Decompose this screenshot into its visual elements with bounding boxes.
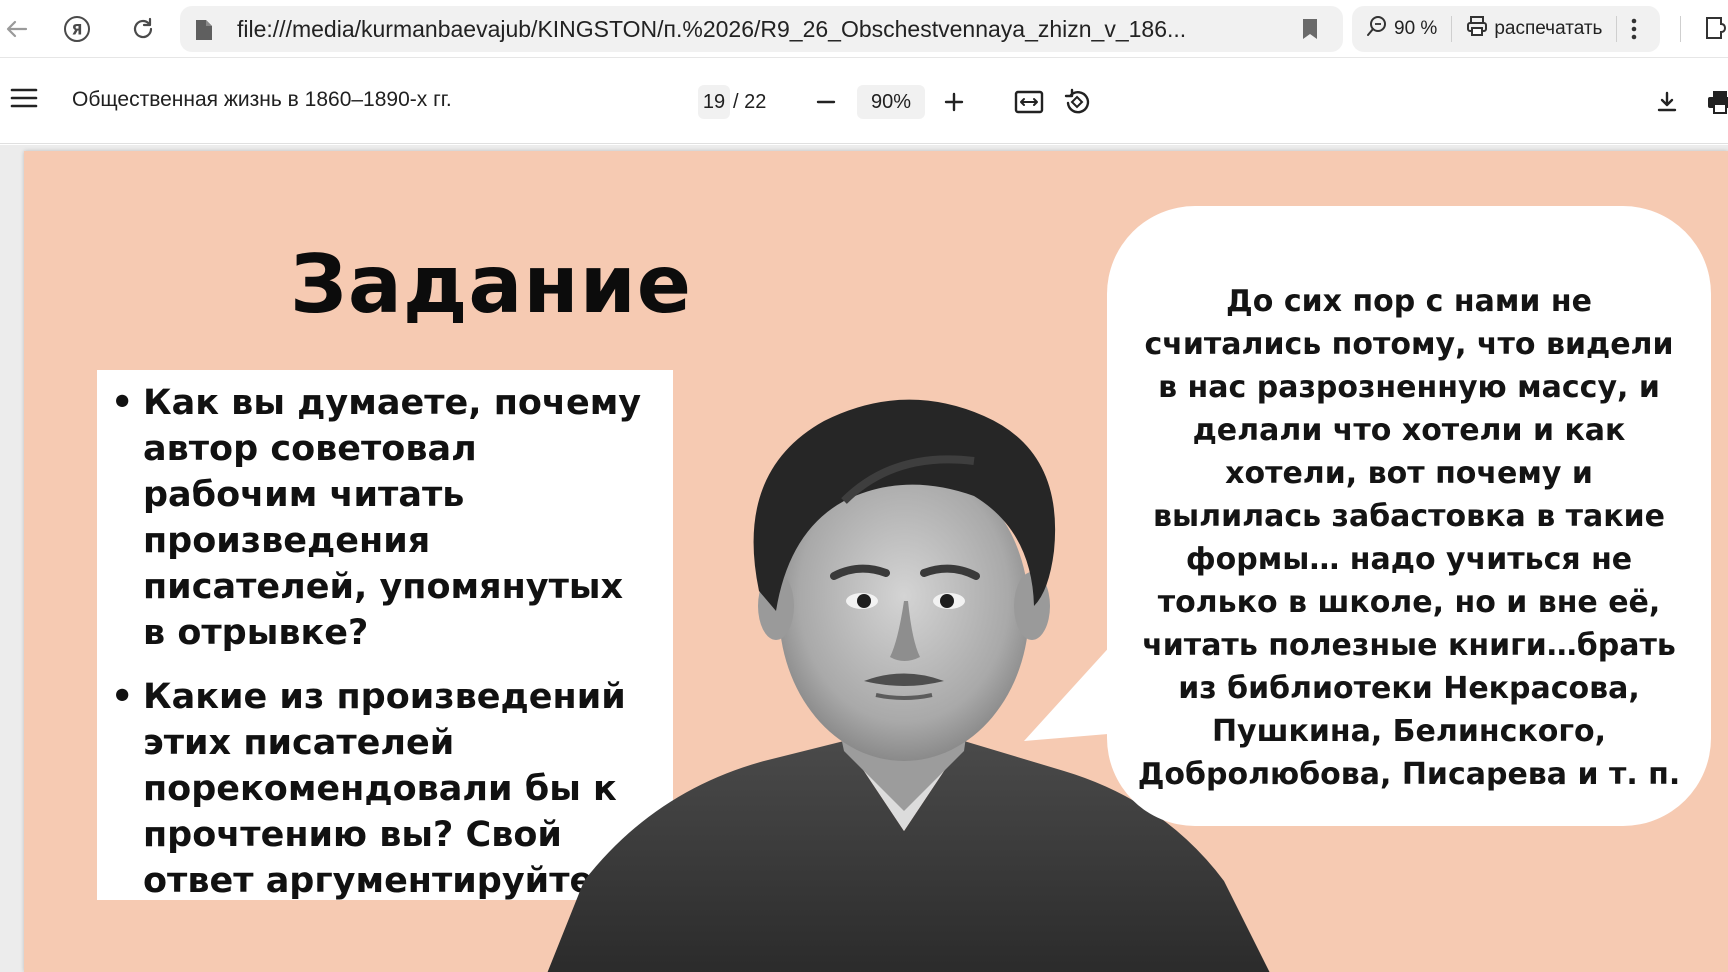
speech-bubble: До сих пор с нами не считались потому, ч…: [1107, 206, 1711, 826]
divider: [1680, 16, 1681, 42]
download-icon[interactable]: [1647, 82, 1687, 122]
bookmark-icon[interactable]: [1301, 18, 1319, 44]
slide-title: Задание: [290, 238, 692, 331]
more-vertical-icon[interactable]: [1617, 6, 1651, 52]
pdf-toolbar: Общественная жизнь в 1860–1890-х гг. 19 …: [0, 58, 1728, 144]
file-icon: [194, 19, 214, 45]
quote-text: До сих пор с нами не считались потому, ч…: [1137, 284, 1681, 792]
plus-icon[interactable]: [934, 82, 974, 122]
reload-icon[interactable]: [126, 12, 160, 46]
printer-icon: [1466, 15, 1488, 43]
slide-page: Задание Как вы думаете, почему автор сов…: [24, 151, 1728, 972]
print-label: распечатать: [1494, 18, 1603, 39]
yandex-icon[interactable]: Я: [60, 12, 94, 46]
svg-text:Я: Я: [72, 23, 83, 39]
rotate-icon[interactable]: [1057, 82, 1097, 122]
zoom-label: 90 %: [1394, 18, 1438, 39]
zoom-search-icon: [1366, 15, 1388, 43]
minus-icon[interactable]: [806, 82, 846, 122]
zoom-input[interactable]: 90%: [857, 85, 925, 119]
pdf-controls-pill: 90 % распечатать: [1352, 6, 1660, 52]
zoom-indicator[interactable]: 90 %: [1352, 6, 1451, 52]
page-number-input[interactable]: 19: [698, 85, 730, 119]
hamburger-menu-icon[interactable]: [10, 86, 38, 114]
browser-toolbar: Я file:///media/kurmanbaevajub/KINGSTON/…: [0, 0, 1728, 58]
address-bar[interactable]: file:///media/kurmanbaevajub/KINGSTON/п.…: [180, 6, 1343, 52]
page-total: / 22: [733, 91, 767, 113]
url-text[interactable]: file:///media/kurmanbaevajub/KINGSTON/п.…: [237, 6, 1267, 52]
document-title: Общественная жизнь в 1860–1890-х гг.: [72, 88, 452, 111]
extensions-icon[interactable]: [1703, 14, 1728, 46]
back-arrow-icon[interactable]: [0, 12, 34, 46]
pdf-viewer[interactable]: Задание Как вы думаете, почему автор сов…: [0, 145, 1728, 972]
fit-width-icon[interactable]: [1009, 82, 1049, 122]
print-icon[interactable]: [1700, 82, 1728, 122]
print-button[interactable]: распечатать: [1452, 6, 1616, 52]
